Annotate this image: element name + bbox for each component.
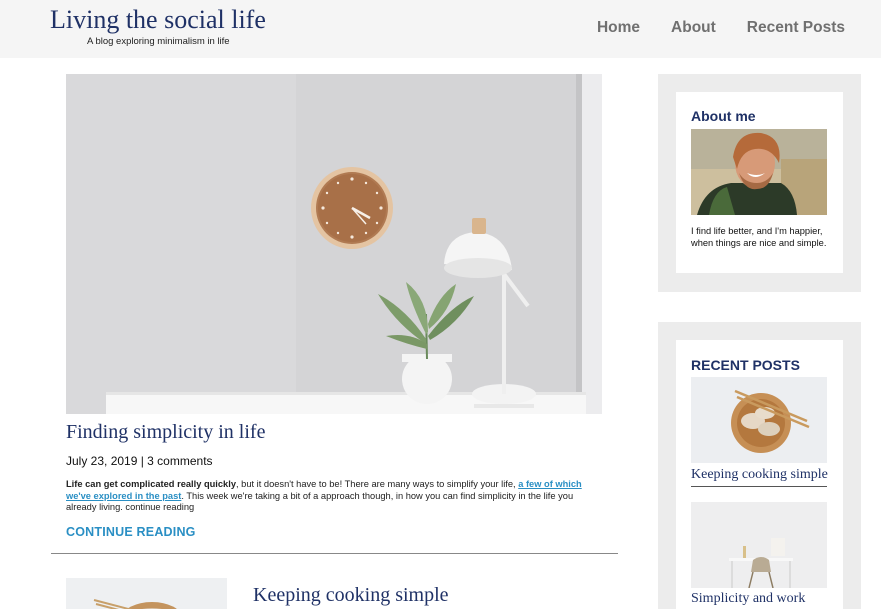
second-post-thumbnail[interactable] — [66, 578, 227, 609]
recent-post-1-link[interactable]: Keeping cooking simple — [691, 467, 828, 487]
smiling-man-icon — [691, 129, 827, 215]
second-post-title[interactable]: Keeping cooking simple — [253, 584, 449, 607]
site-title[interactable]: Living the social life — [50, 5, 266, 35]
about-photo — [691, 129, 827, 215]
recent-posts-title: RECENT POSTS — [691, 357, 800, 373]
continue-reading-link[interactable]: CONTINUE READING — [66, 525, 196, 539]
nav-recent-posts-link[interactable]: Recent Posts — [747, 19, 845, 37]
excerpt-bold-text: Life can get complicated really quickly — [66, 479, 236, 489]
recent-posts-card: RECENT POSTS Keeping cooking simple Simp… — [676, 340, 843, 609]
wall-clock-lamp-plant-icon — [66, 74, 602, 414]
main-nav: Home About Recent Posts — [597, 19, 845, 37]
desk-chair-icon — [691, 502, 827, 588]
about-widget-card: About me I find life better, and I'm hap… — [676, 92, 843, 273]
featured-post-title[interactable]: Finding simplicity in life — [66, 421, 265, 444]
featured-post-image[interactable] — [66, 74, 602, 414]
excerpt-text-1: , but it doesn't have to be! There are m… — [236, 479, 519, 489]
recent-posts-widget: RECENT POSTS Keeping cooking simple Simp… — [658, 322, 861, 609]
featured-post-excerpt: Life can get complicated really quickly,… — [66, 479, 601, 514]
recent-post-1-image[interactable] — [691, 377, 827, 463]
recent-post-2-image[interactable] — [691, 502, 827, 588]
recent-post-2-link[interactable]: Simplicity and work — [691, 591, 827, 609]
about-widget: About me I find life better, and I'm hap… — [658, 74, 861, 292]
nav-home-link[interactable]: Home — [597, 19, 640, 37]
post-divider — [51, 553, 618, 554]
dumplings-bowl-icon — [691, 377, 827, 463]
dumplings-bowl-icon — [66, 578, 227, 609]
nav-about-link[interactable]: About — [671, 19, 716, 37]
site-header: Living the social life A blog exploring … — [0, 0, 881, 58]
site-tagline: A blog exploring minimalism in life — [87, 36, 230, 47]
about-text: I find life better, and I'm happier, whe… — [691, 226, 827, 248]
about-title: About me — [691, 108, 756, 124]
featured-post-meta: July 23, 2019 | 3 comments — [66, 454, 213, 468]
